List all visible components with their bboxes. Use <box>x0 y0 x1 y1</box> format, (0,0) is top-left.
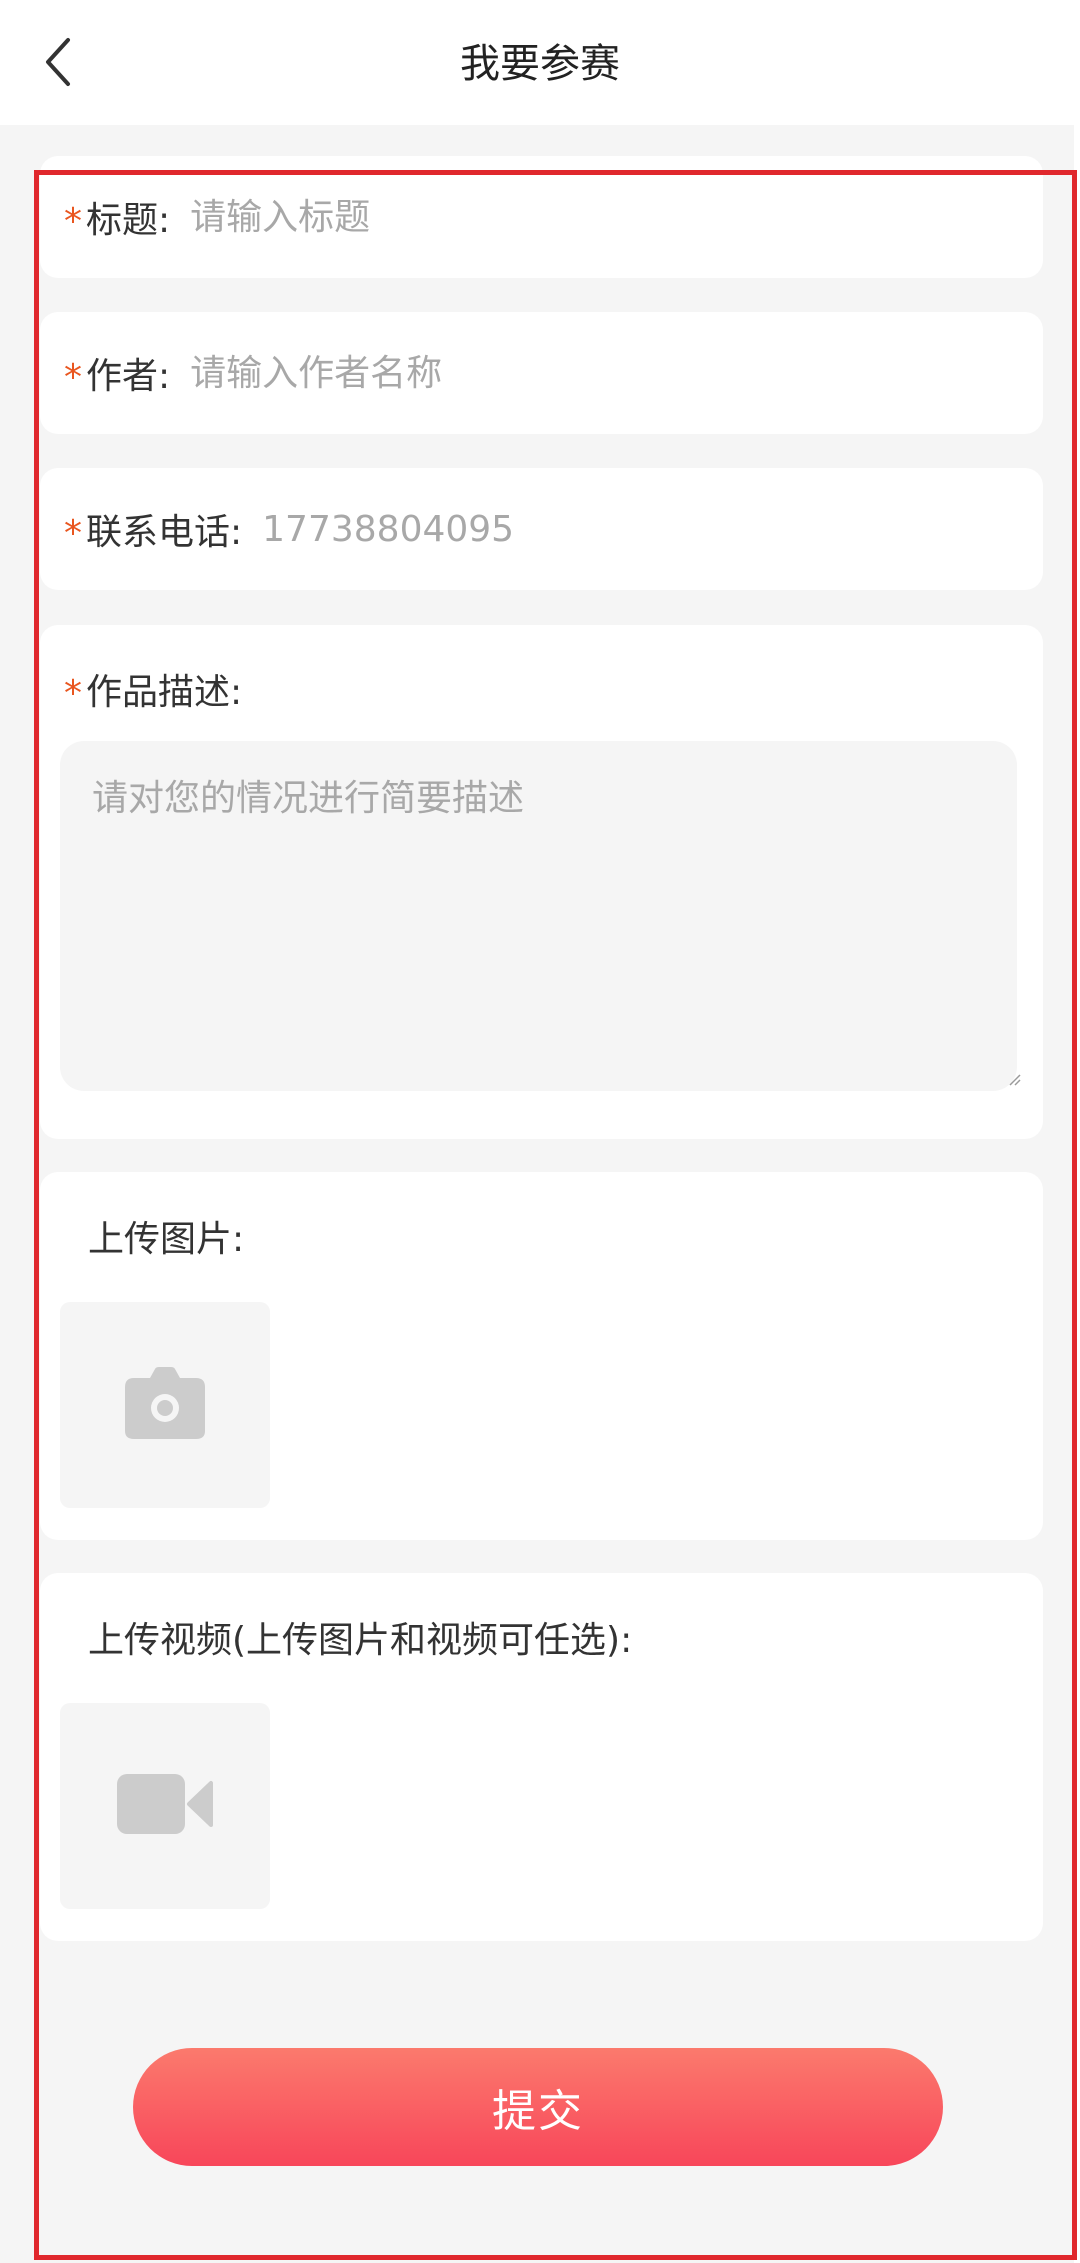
author-field-label: 作者: <box>86 356 171 397</box>
required-star: * <box>64 672 82 714</box>
description-field-label: 作品描述: <box>86 672 243 713</box>
author-field-row: * 作者: <box>40 312 1043 434</box>
image-upload-card: 上传图片: <box>40 1172 1043 1540</box>
image-upload-button[interactable] <box>60 1302 270 1508</box>
page-title: 我要参赛 <box>460 41 620 87</box>
author-field-card: * 作者: <box>40 312 1043 434</box>
title-field-row: * 标题: <box>40 156 1043 278</box>
description-textarea[interactable] <box>60 741 1017 1091</box>
required-star: * <box>64 512 82 554</box>
phone-field-row: * 联系电话: <box>40 468 1043 590</box>
title-input[interactable] <box>190 187 1043 247</box>
page: 我要参赛 * 标题: * 作者: * 联系电话: * 作品描述: <box>0 0 1080 2263</box>
video-upload-card: 上传视频(上传图片和视频可任选): <box>40 1573 1043 1941</box>
title-field-card: * 标题: <box>40 156 1043 278</box>
description-field-card: * 作品描述: <box>40 625 1043 1139</box>
resize-grip-icon[interactable] <box>1007 1071 1021 1086</box>
image-upload-label: 上传图片: <box>88 1219 245 1260</box>
submit-button[interactable]: 提交 <box>133 2048 943 2166</box>
right-edge <box>1074 0 1080 2263</box>
phone-field-card: * 联系电话: <box>40 468 1043 590</box>
camera-icon <box>124 1366 206 1444</box>
video-camera-icon <box>117 1773 213 1839</box>
nav-bar: 我要参赛 <box>0 0 1080 125</box>
title-field-label: 标题: <box>86 200 171 241</box>
author-input[interactable] <box>190 343 1043 403</box>
video-upload-label: 上传视频(上传图片和视频可任选): <box>88 1620 633 1661</box>
description-label-row: * 作品描述: <box>60 663 242 715</box>
phone-input[interactable] <box>262 499 1043 559</box>
required-star: * <box>64 356 82 398</box>
required-star: * <box>64 200 82 242</box>
phone-field-label: 联系电话: <box>86 512 243 553</box>
video-upload-button[interactable] <box>60 1703 270 1909</box>
